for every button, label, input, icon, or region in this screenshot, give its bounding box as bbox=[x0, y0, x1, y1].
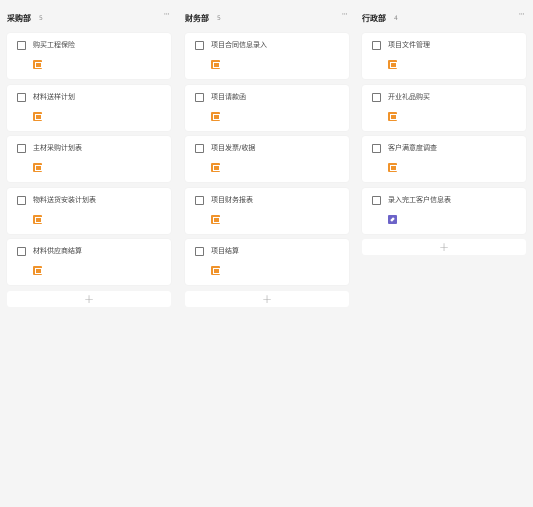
column-header: 财务部 5 ··· bbox=[185, 8, 349, 28]
task-title: 材料送样计划 bbox=[33, 92, 75, 101]
add-card-button[interactable]: + bbox=[362, 239, 526, 255]
task-title: 项目发票/收据 bbox=[211, 144, 256, 152]
plus-icon: + bbox=[83, 291, 95, 306]
column-administration: 行政部 4 ··· 项目文件管理 开业礼品购买 客户满意度调查 录入完工客户信息… bbox=[362, 8, 526, 255]
task-card[interactable]: 购买工程保险 bbox=[7, 33, 171, 79]
task-title: 材料供应商结算 bbox=[33, 247, 82, 255]
plus-icon: + bbox=[438, 240, 450, 254]
task-card[interactable]: 材料送样计划 bbox=[7, 84, 171, 131]
card-list: 项目文件管理 开业礼品购买 客户满意度调查 录入完工客户信息表 + bbox=[362, 33, 526, 255]
column-purchasing: 采购部 5 ··· 购买工程保险 材料送样计划 主材采购计划表 物料送货安装计划… bbox=[7, 8, 171, 307]
briefcase-icon bbox=[211, 214, 220, 224]
task-title: 项目文件管理 bbox=[388, 41, 430, 49]
briefcase-icon bbox=[211, 266, 220, 275]
briefcase-icon bbox=[211, 111, 220, 121]
task-title: 主材采购计划表 bbox=[33, 144, 82, 152]
task-card[interactable]: 开业礼品购买 bbox=[362, 84, 526, 131]
task-checkbox[interactable] bbox=[372, 144, 381, 153]
task-card[interactable]: 项目合同信息录入 bbox=[185, 33, 349, 79]
task-title: 开业礼品购买 bbox=[388, 92, 430, 101]
briefcase-icon bbox=[33, 60, 42, 69]
task-card[interactable]: 项目请款函 bbox=[185, 84, 349, 131]
task-card[interactable]: 项目财务报表 bbox=[185, 187, 349, 234]
diamond-icon bbox=[388, 214, 397, 224]
task-card[interactable]: 项目结算 bbox=[185, 239, 349, 285]
task-title: 项目财务报表 bbox=[211, 195, 253, 204]
add-card-button[interactable]: + bbox=[7, 290, 171, 307]
column-count: 4 bbox=[394, 14, 398, 22]
column-count: 5 bbox=[217, 14, 221, 22]
column-title: 财务部 bbox=[185, 13, 209, 23]
briefcase-icon bbox=[211, 163, 220, 172]
column-finance: 财务部 5 ··· 项目合同信息录入 项目请款函 项目发票/收据 项目财务报表 … bbox=[185, 8, 349, 307]
task-card[interactable]: 项目发票/收据 bbox=[185, 136, 349, 182]
task-checkbox[interactable] bbox=[372, 41, 381, 50]
task-card[interactable]: 物料送货安装计划表 bbox=[7, 187, 171, 234]
briefcase-icon bbox=[33, 111, 42, 121]
ellipsis-icon[interactable]: ··· bbox=[341, 11, 348, 20]
task-card[interactable]: 项目文件管理 bbox=[362, 33, 526, 79]
card-list: 购买工程保险 材料送样计划 主材采购计划表 物料送货安装计划表 材料供应商结算 bbox=[7, 33, 171, 307]
task-checkbox[interactable] bbox=[195, 41, 204, 50]
column-title: 行政部 bbox=[362, 13, 386, 23]
briefcase-icon bbox=[388, 111, 397, 121]
task-checkbox[interactable] bbox=[17, 247, 26, 256]
task-title: 项目合同信息录入 bbox=[211, 41, 267, 49]
briefcase-icon bbox=[388, 60, 397, 69]
ellipsis-icon[interactable]: ··· bbox=[518, 11, 525, 20]
task-card[interactable]: 材料供应商结算 bbox=[7, 239, 171, 285]
task-title: 购买工程保险 bbox=[33, 41, 75, 49]
briefcase-icon bbox=[388, 163, 397, 172]
task-title: 录入完工客户信息表 bbox=[388, 195, 451, 204]
task-card[interactable]: 录入完工客户信息表 bbox=[362, 187, 526, 234]
task-title: 物料送货安装计划表 bbox=[33, 195, 96, 204]
task-checkbox[interactable] bbox=[17, 144, 26, 153]
add-card-button[interactable]: + bbox=[185, 290, 349, 307]
task-card[interactable]: 主材采购计划表 bbox=[7, 136, 171, 182]
task-checkbox[interactable] bbox=[17, 92, 26, 102]
task-checkbox[interactable] bbox=[195, 92, 204, 102]
plus-icon: + bbox=[261, 291, 273, 306]
briefcase-icon bbox=[211, 60, 220, 69]
column-header: 行政部 4 ··· bbox=[362, 8, 526, 28]
column-count: 5 bbox=[39, 14, 43, 22]
briefcase-icon bbox=[33, 266, 42, 275]
task-checkbox[interactable] bbox=[195, 247, 204, 256]
column-title: 采购部 bbox=[7, 13, 31, 23]
task-checkbox[interactable] bbox=[195, 144, 204, 153]
task-title: 项目请款函 bbox=[211, 92, 246, 101]
column-header: 采购部 5 ··· bbox=[7, 8, 171, 28]
task-checkbox[interactable] bbox=[372, 92, 381, 102]
task-card[interactable]: 客户满意度调查 bbox=[362, 136, 526, 182]
ellipsis-icon[interactable]: ··· bbox=[163, 11, 170, 20]
card-list: 项目合同信息录入 项目请款函 项目发票/收据 项目财务报表 项目结算 + bbox=[185, 33, 349, 307]
task-checkbox[interactable] bbox=[17, 41, 26, 50]
task-checkbox[interactable] bbox=[195, 195, 204, 205]
briefcase-icon bbox=[33, 214, 42, 224]
task-checkbox[interactable] bbox=[17, 195, 26, 205]
briefcase-icon bbox=[33, 163, 42, 172]
task-title: 客户满意度调查 bbox=[388, 144, 437, 152]
kanban-board: 采购部 5 ··· 购买工程保险 材料送样计划 主材采购计划表 物料送货安装计划… bbox=[0, 0, 533, 507]
task-checkbox[interactable] bbox=[372, 195, 381, 205]
task-title: 项目结算 bbox=[211, 247, 239, 255]
